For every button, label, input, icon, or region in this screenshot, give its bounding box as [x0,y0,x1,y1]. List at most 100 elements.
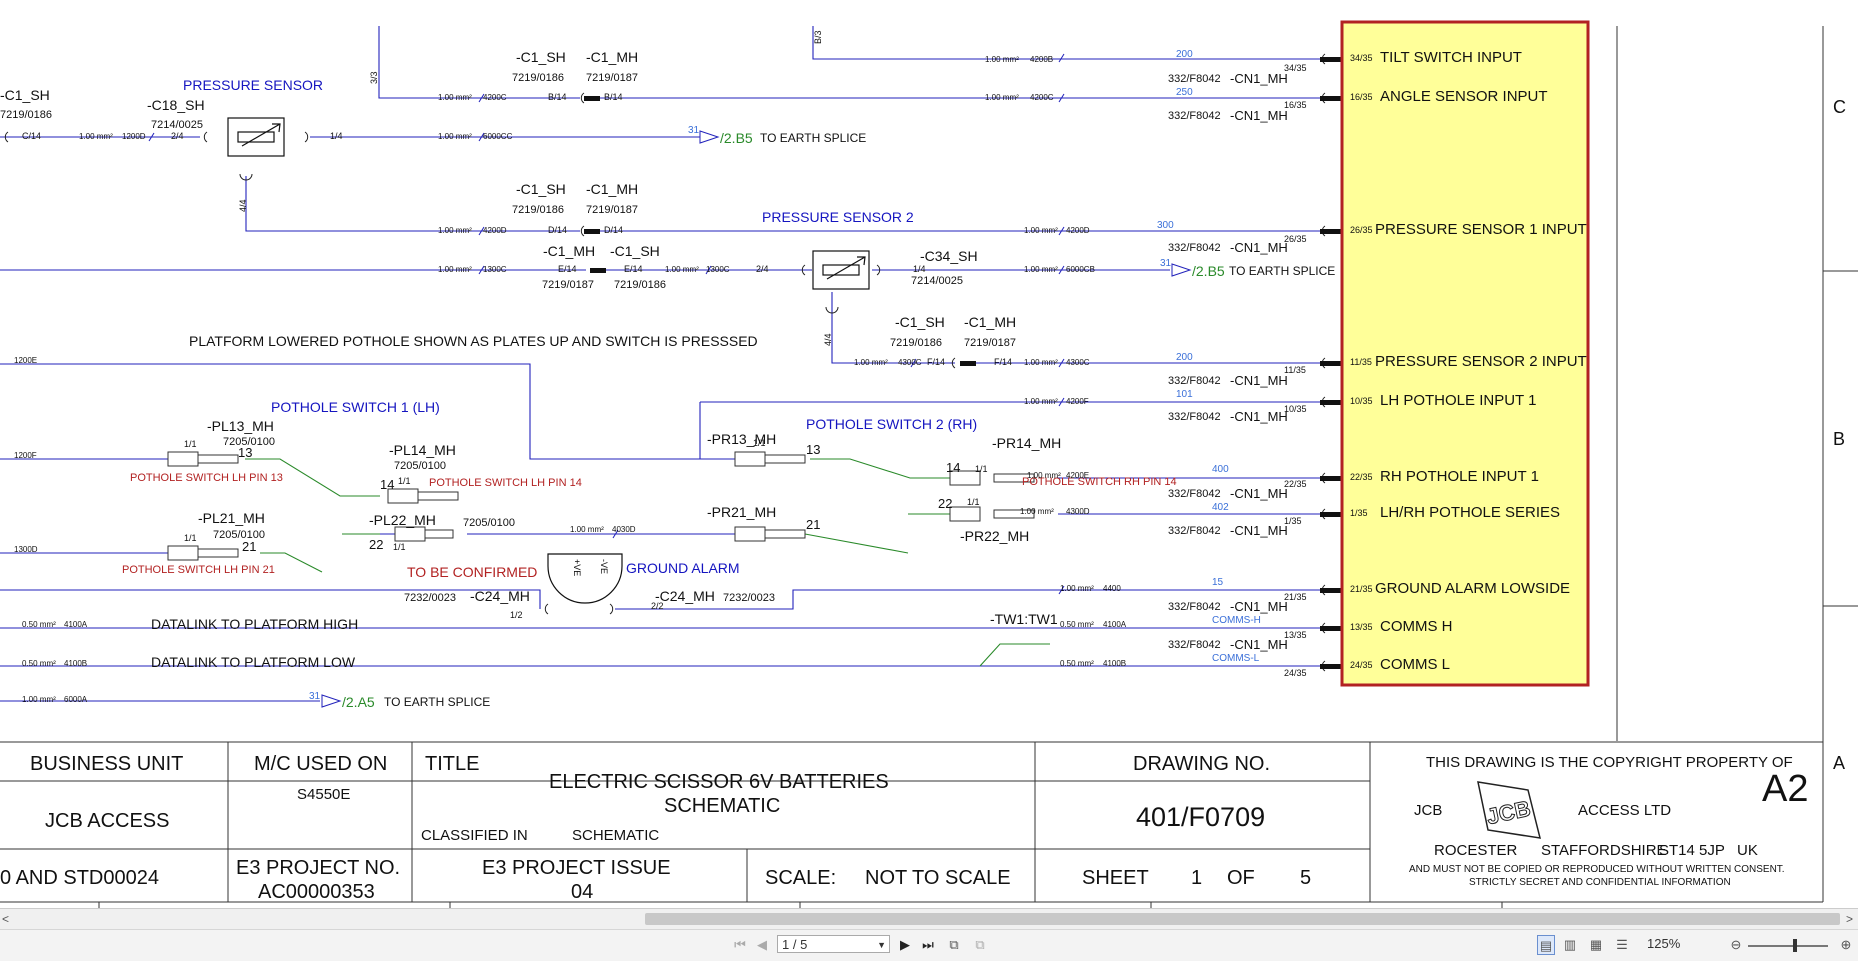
w-size: 1.00 mm² [79,132,113,141]
next-page-icon[interactable]: ▶ [898,935,912,955]
mod-pin-in-9: 24/35 [1350,660,1373,670]
cn1-pn-5: 332/F8042 [1168,411,1221,423]
conn-tw1: -TW1:TW1 [990,611,1058,627]
cn1-pn-6: 332/F8042 [1168,488,1221,500]
cn1-6: -CN1_MH [1230,486,1288,501]
w-size: 1.00 mm² [438,132,472,141]
chevron-down-icon[interactable]: ▼ [877,936,886,954]
tb-scale-h: SCALE: [765,867,836,889]
w-size: 1.00 mm² [438,93,472,102]
page-number-input[interactable]: 1 / 5 ▼ [777,935,890,953]
tb-e3-project-no: AC00000353 [258,881,375,903]
label-earth-splice-3: TO EARTH SPLICE [384,695,490,709]
zoom-slider-handle[interactable] [1793,939,1797,952]
prev-page-icon[interactable]: ◀ [755,935,769,955]
w-code: 1200F [14,451,37,460]
zoom-level[interactable]: 125% [1647,936,1680,951]
wire-no: 402 [1212,502,1229,513]
conn-pr14: -PR14_MH [992,435,1061,451]
continuous-view-icon[interactable]: ▥ [1562,935,1578,955]
tb-mc-used-on: S4550E [297,786,350,803]
mod-pin-out-2: 26/35 [1284,234,1307,244]
pin-11-c: 1/1 [753,438,766,448]
scroll-left-icon[interactable]: < [2,909,9,929]
label-earth-splice-1: TO EARTH SPLICE [760,131,866,145]
conn-pl21: -PL21_MH [198,510,265,526]
first-page-icon[interactable]: ⏮ [733,935,747,955]
w-size: 1.00 mm² [854,358,888,367]
previous-view-icon[interactable]: ⧉ [946,935,962,955]
mod-pin-in-0: 34/35 [1350,53,1373,63]
zoom-slider[interactable] [1748,945,1828,947]
w-code: 6000CB [1066,265,1095,274]
tb-classified-h: CLASSIFIED IN [421,827,528,844]
pn-c1sh-b: 7219/0186 [512,204,564,216]
w-size: 0.50 mm² [22,659,56,668]
conn-pr21: -PR21_MH [707,504,776,520]
mod-input-7: GROUND ALARM LOWSIDE [1375,580,1570,597]
wire-no: 31 [688,125,700,136]
zone-b: B [1833,429,1845,449]
pin-c14: C/14 [22,131,41,141]
tb-scale: NOT TO SCALE [865,867,1011,889]
mod-input-1: ANGLE SENSOR INPUT [1380,88,1548,105]
conn-c1sh-a: -C1_SH [516,49,566,65]
pin-n22-b: 22 [938,496,952,511]
facing-continuous-icon[interactable]: ☰ [1614,935,1630,955]
zoom-in-icon[interactable]: ⊕ [1838,935,1854,955]
scrollbar-thumb[interactable] [645,913,1840,925]
mod-pin-in-1: 16/35 [1350,92,1373,102]
w-size: 0.50 mm² [22,620,56,629]
mod-pin-in-2: 26/35 [1350,225,1373,235]
single-page-view-icon[interactable]: ▤ [1537,935,1555,955]
mod-input-8: COMMS H [1380,618,1453,635]
conn-c1sh-b: -C1_SH [516,181,566,197]
next-view-icon[interactable]: ⧉ [972,935,988,955]
tb-sheet: 1 [1191,867,1202,889]
wire-no: 200 [1176,49,1193,60]
w-size: 1.00 mm² [1024,397,1058,406]
w-code: 4200C [1030,93,1054,102]
mod-pin-in-7: 21/35 [1350,584,1373,594]
label-lh-pin13: POTHOLE SWITCH LH PIN 13 [130,472,283,484]
pin-22: 2/2 [651,601,664,611]
conn-c24-right: -C24_MH [655,588,715,604]
facing-pages-icon[interactable]: ▦ [1588,935,1604,955]
w-size: 0.50 mm² [1060,620,1094,629]
tb-size: A2 [1762,768,1808,810]
scroll-right-icon[interactable]: > [1846,909,1853,929]
viewer-toolbar: ⏮ ◀ 1 / 5 ▼ ▶ ⏭ ⧉ ⧉ ▤ ▥ ▦ ☰ 125% ⊖ ⊕ [0,929,1858,961]
tb-drawing-no-h: DRAWING NO. [1133,753,1270,775]
pn-c34: 7214/0025 [911,275,963,287]
label-to-be-confirmed: TO BE CONFIRMED [407,564,537,580]
pn-c1mh-d: 7219/0187 [964,337,1016,349]
label-pothole-switch-1: POTHOLE SWITCH 1 (LH) [271,399,440,415]
schematic-sheet: PRESSURE SENSOR PRESSURE SENSOR 2 POTHOL… [0,20,1858,934]
ref-2b5-b: /2.B5 [1192,263,1225,279]
horizontal-scrollbar[interactable]: < > [0,908,1858,929]
w-size: 1.00 mm² [1027,471,1061,480]
pin-44-b: 4/4 [823,333,833,346]
tb-title-1: ELECTRIC SCISSOR 6V BATTERIES [549,771,889,793]
wire-no: 31 [309,691,321,702]
w-code: 4030D [612,525,636,534]
wire-comms-l: COMMS-L [1212,653,1260,664]
zoom-out-icon[interactable]: ⊖ [1728,935,1744,955]
label-pothole-note: PLATFORM LOWERED POTHOLE SHOWN AS PLATES… [189,333,758,349]
w-code: 4200C [483,93,507,102]
pin-n14-b: 14 [946,460,960,475]
tb-classified: SCHEMATIC [572,827,659,844]
wire-no: 101 [1176,389,1193,400]
label-pressure-sensor: PRESSURE SENSOR [183,77,323,93]
w-code: 4100A [1103,620,1127,629]
pin-e14-a: E/14 [558,264,577,274]
wire-no: 300 [1157,220,1174,231]
w-code: 4200B [1030,55,1053,64]
pin-n21-a: 21 [242,539,256,554]
pin-24-b: 2/4 [756,264,769,274]
conn-pr13: -PR13_MH [707,431,776,447]
last-page-icon[interactable]: ⏭ [920,935,936,955]
w-size: 1.00 mm² [1024,265,1058,274]
pn-c1sh-a: 7219/0186 [512,72,564,84]
pin-b3: B/3 [813,30,823,44]
